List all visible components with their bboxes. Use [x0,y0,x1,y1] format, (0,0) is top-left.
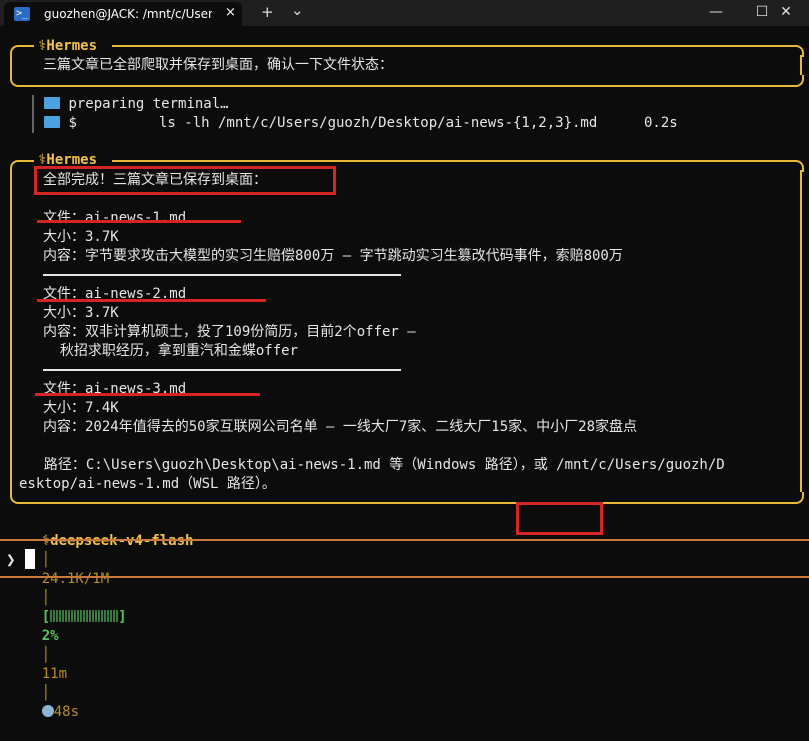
context-percent: 2% [41,628,59,644]
prompt-symbol: ❯ [6,550,16,569]
highlight-box [34,166,336,195]
session-time: 11m [41,666,68,682]
input-border-bottom [0,576,809,578]
clock-icon [41,705,54,717]
model-name: ⚕deepseek-v4-flash [41,533,194,549]
text-cursor [25,549,36,569]
highlight-underline [37,220,241,223]
close-tab-icon[interactable]: × [225,5,236,20]
status-bar: ⚕deepseek-v4-flash │ 24.1K/1M │ [] 2% │ … [0,502,809,720]
token-usage: 24.1K/1M [41,571,110,587]
file-size: 大小：3.7K [43,229,119,245]
input-border-top [0,539,809,541]
command-prefix: $ [68,115,77,131]
new-tab-button[interactable]: + [261,3,274,21]
file-name: 文件：ai-news-3.md [43,381,187,397]
tab-dropdown-button[interactable]: ⌄ [291,1,304,19]
title-bar: >_ guozhen@JACK: /mnt/c/Users × + ⌄ — ☐ … [0,0,809,26]
powershell-icon: >_ [14,7,30,21]
file-content: 内容：双非计算机硕士，投了109份简历，目前2个offer — [43,324,416,340]
highlight-underline [35,393,260,396]
file-size: 大小：3.7K [43,305,119,321]
context-progress-bar [50,610,119,622]
preparing-text: preparing terminal… [68,96,229,112]
minimize-button[interactable]: — [693,0,739,26]
file-name: 文件：ai-news-1.md [43,210,187,226]
divider [43,274,401,276]
tab-title: guozhen@JACK: /mnt/c/Users [44,7,212,21]
file-size: 大小：7.4K [43,400,119,416]
path-line: 路径：C:\Users\guozh\Desktop\ai-news-1.md 等… [27,457,725,473]
highlight-underline [37,299,266,302]
laptop-icon [44,116,60,128]
command-text: ls -lh /mnt/c/Users/guozh/Desktop/ai-new… [159,115,598,131]
highlight-box [516,502,603,535]
agent-label: ⚕Hermes [38,38,98,54]
separator: │ [41,647,51,663]
elapsed-time: 48s [53,704,80,720]
laptop-icon [44,97,60,109]
command-duration: 0.2s [644,115,678,131]
close-window-button[interactable]: ✕ [763,0,809,26]
assistant-message: 三篇文章已全部爬取并保存到桌面，确认一下文件状态： [43,57,393,73]
separator: │ [41,590,51,606]
separator: │ [41,552,51,568]
file-content: 内容：字节要求攻击大模型的实习生赔偿800万 — 字节跳动实习生篡改代码事件，索… [43,248,623,264]
file-content: 内容：2024年值得去的50家互联网公司名单 — 一线大厂7家、二线大厂15家、… [43,419,637,435]
tool-command-line: $ [44,114,77,133]
input-prompt[interactable]: ❯ [6,549,36,569]
path-line-cont: esktop/ai-news-1.md（WSL 路径）。 [19,476,276,492]
separator: │ [41,685,51,701]
terminal-tab[interactable]: >_ guozhen@JACK: /mnt/c/Users × [4,2,242,26]
tool-preparing-line: preparing terminal… [44,95,229,114]
file-content-cont: 秋招求职经历，拿到重汽和金蝶offer [43,343,299,359]
divider [43,369,401,371]
